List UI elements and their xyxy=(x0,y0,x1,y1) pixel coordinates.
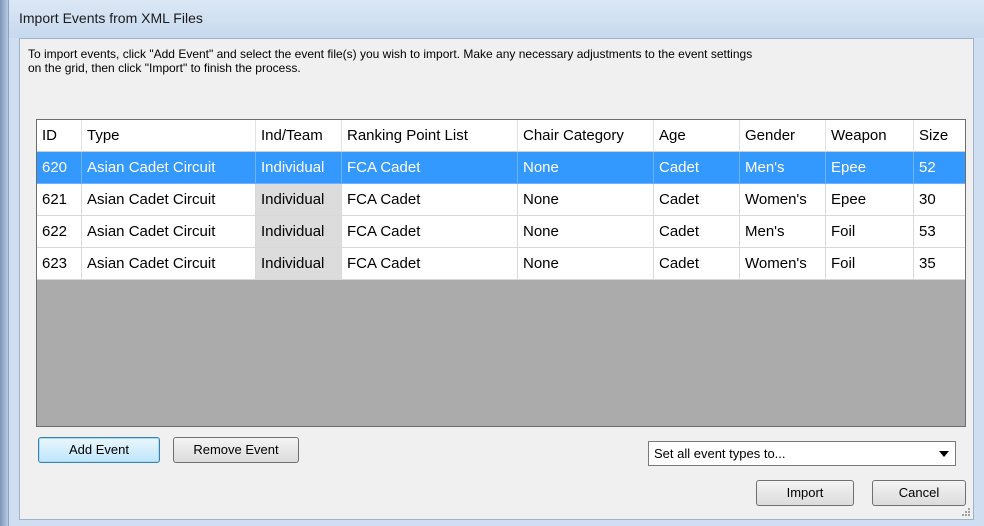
cell-type[interactable]: Asian Cadet Circuit xyxy=(82,184,256,216)
column-header-age[interactable]: Age xyxy=(654,120,740,152)
remove-event-button[interactable]: Remove Event xyxy=(173,437,299,463)
import-events-dialog: Import Events from XML Files To import e… xyxy=(8,0,984,526)
cell-gender[interactable]: Men's xyxy=(740,216,826,248)
cell-ranking-point-list[interactable]: FCA Cadet xyxy=(342,184,518,216)
chevron-down-icon[interactable] xyxy=(939,451,949,457)
cell-ind-team[interactable]: Individual xyxy=(256,152,342,184)
column-header-weapon[interactable]: Weapon xyxy=(826,120,914,152)
cell-id[interactable]: 622 xyxy=(37,216,82,248)
table-row[interactable]: 620 Asian Cadet Circuit Individual FCA Cade… xyxy=(37,152,965,184)
cell-gender[interactable]: Women's xyxy=(740,248,826,280)
cell-chair-category[interactable]: None xyxy=(518,248,654,280)
column-header-ind-team[interactable]: Ind/Team xyxy=(256,120,342,152)
event-types-select[interactable]: Set all event types to... xyxy=(648,441,956,466)
cell-size[interactable]: 30 xyxy=(914,184,965,216)
cell-chair-category[interactable]: None xyxy=(518,216,654,248)
events-grid[interactable]: ID Type Ind/Team Ranking Point List Chair Ca… xyxy=(36,119,966,427)
resize-grip-icon[interactable] xyxy=(961,507,971,517)
cell-ranking-point-list[interactable]: FCA Cadet xyxy=(342,152,518,184)
column-header-type[interactable]: Type xyxy=(82,120,256,152)
desktop-edge xyxy=(0,0,8,526)
cell-ranking-point-list[interactable]: FCA Cadet xyxy=(342,248,518,280)
cell-ind-team[interactable]: Individual xyxy=(256,184,342,216)
cell-gender[interactable]: Women's xyxy=(740,184,826,216)
cell-weapon[interactable]: Foil xyxy=(826,216,914,248)
cell-type[interactable]: Asian Cadet Circuit xyxy=(82,216,256,248)
window-title: Import Events from XML Files xyxy=(19,10,203,26)
instructions-text: To import events, click "Add Event" and … xyxy=(28,47,753,75)
cell-ranking-point-list[interactable]: FCA Cadet xyxy=(342,216,518,248)
grid-header-row[interactable]: ID Type Ind/Team Ranking Point List Chair Ca… xyxy=(37,120,965,152)
cell-type[interactable]: Asian Cadet Circuit xyxy=(82,248,256,280)
cancel-button[interactable]: Cancel xyxy=(872,480,966,506)
import-button[interactable]: Import xyxy=(756,480,854,506)
cell-chair-category[interactable]: None xyxy=(518,184,654,216)
table-row[interactable]: 621 Asian Cadet Circuit Individual FCA Cade… xyxy=(37,184,965,216)
cell-size[interactable]: 52 xyxy=(914,152,965,184)
cell-age[interactable]: Cadet xyxy=(654,152,740,184)
cell-id[interactable]: 620 xyxy=(37,152,82,184)
column-header-id[interactable]: ID xyxy=(37,120,82,152)
cell-weapon[interactable]: Foil xyxy=(826,248,914,280)
cell-ind-team[interactable]: Individual xyxy=(256,216,342,248)
cell-id[interactable]: 621 xyxy=(37,184,82,216)
cell-weapon[interactable]: Epee xyxy=(826,152,914,184)
column-header-ranking-point-list[interactable]: Ranking Point List xyxy=(342,120,518,152)
column-header-size[interactable]: Size xyxy=(914,120,965,152)
table-row[interactable]: 622 Asian Cadet Circuit Individual FCA Cade… xyxy=(37,216,965,248)
cell-size[interactable]: 53 xyxy=(914,216,965,248)
event-types-select-value: Set all event types to... xyxy=(654,446,786,461)
cell-age[interactable]: Cadet xyxy=(654,184,740,216)
table-row[interactable]: 623 Asian Cadet Circuit Individual FCA Cade… xyxy=(37,248,965,280)
cell-ind-team[interactable]: Individual xyxy=(256,248,342,280)
cell-age[interactable]: Cadet xyxy=(654,248,740,280)
cell-size[interactable]: 35 xyxy=(914,248,965,280)
add-event-button[interactable]: Add Event xyxy=(38,437,160,463)
column-header-gender[interactable]: Gender xyxy=(740,120,826,152)
cell-weapon[interactable]: Epee xyxy=(826,184,914,216)
cell-age[interactable]: Cadet xyxy=(654,216,740,248)
column-header-chair-category[interactable]: Chair Category xyxy=(518,120,654,152)
cell-type[interactable]: Asian Cadet Circuit xyxy=(82,152,256,184)
cell-gender[interactable]: Men's xyxy=(740,152,826,184)
dialog-client-area: To import events, click "Add Event" and … xyxy=(19,38,974,520)
title-bar[interactable]: Import Events from XML Files xyxy=(9,0,984,38)
cell-chair-category[interactable]: None xyxy=(518,152,654,184)
cell-id[interactable]: 623 xyxy=(37,248,82,280)
